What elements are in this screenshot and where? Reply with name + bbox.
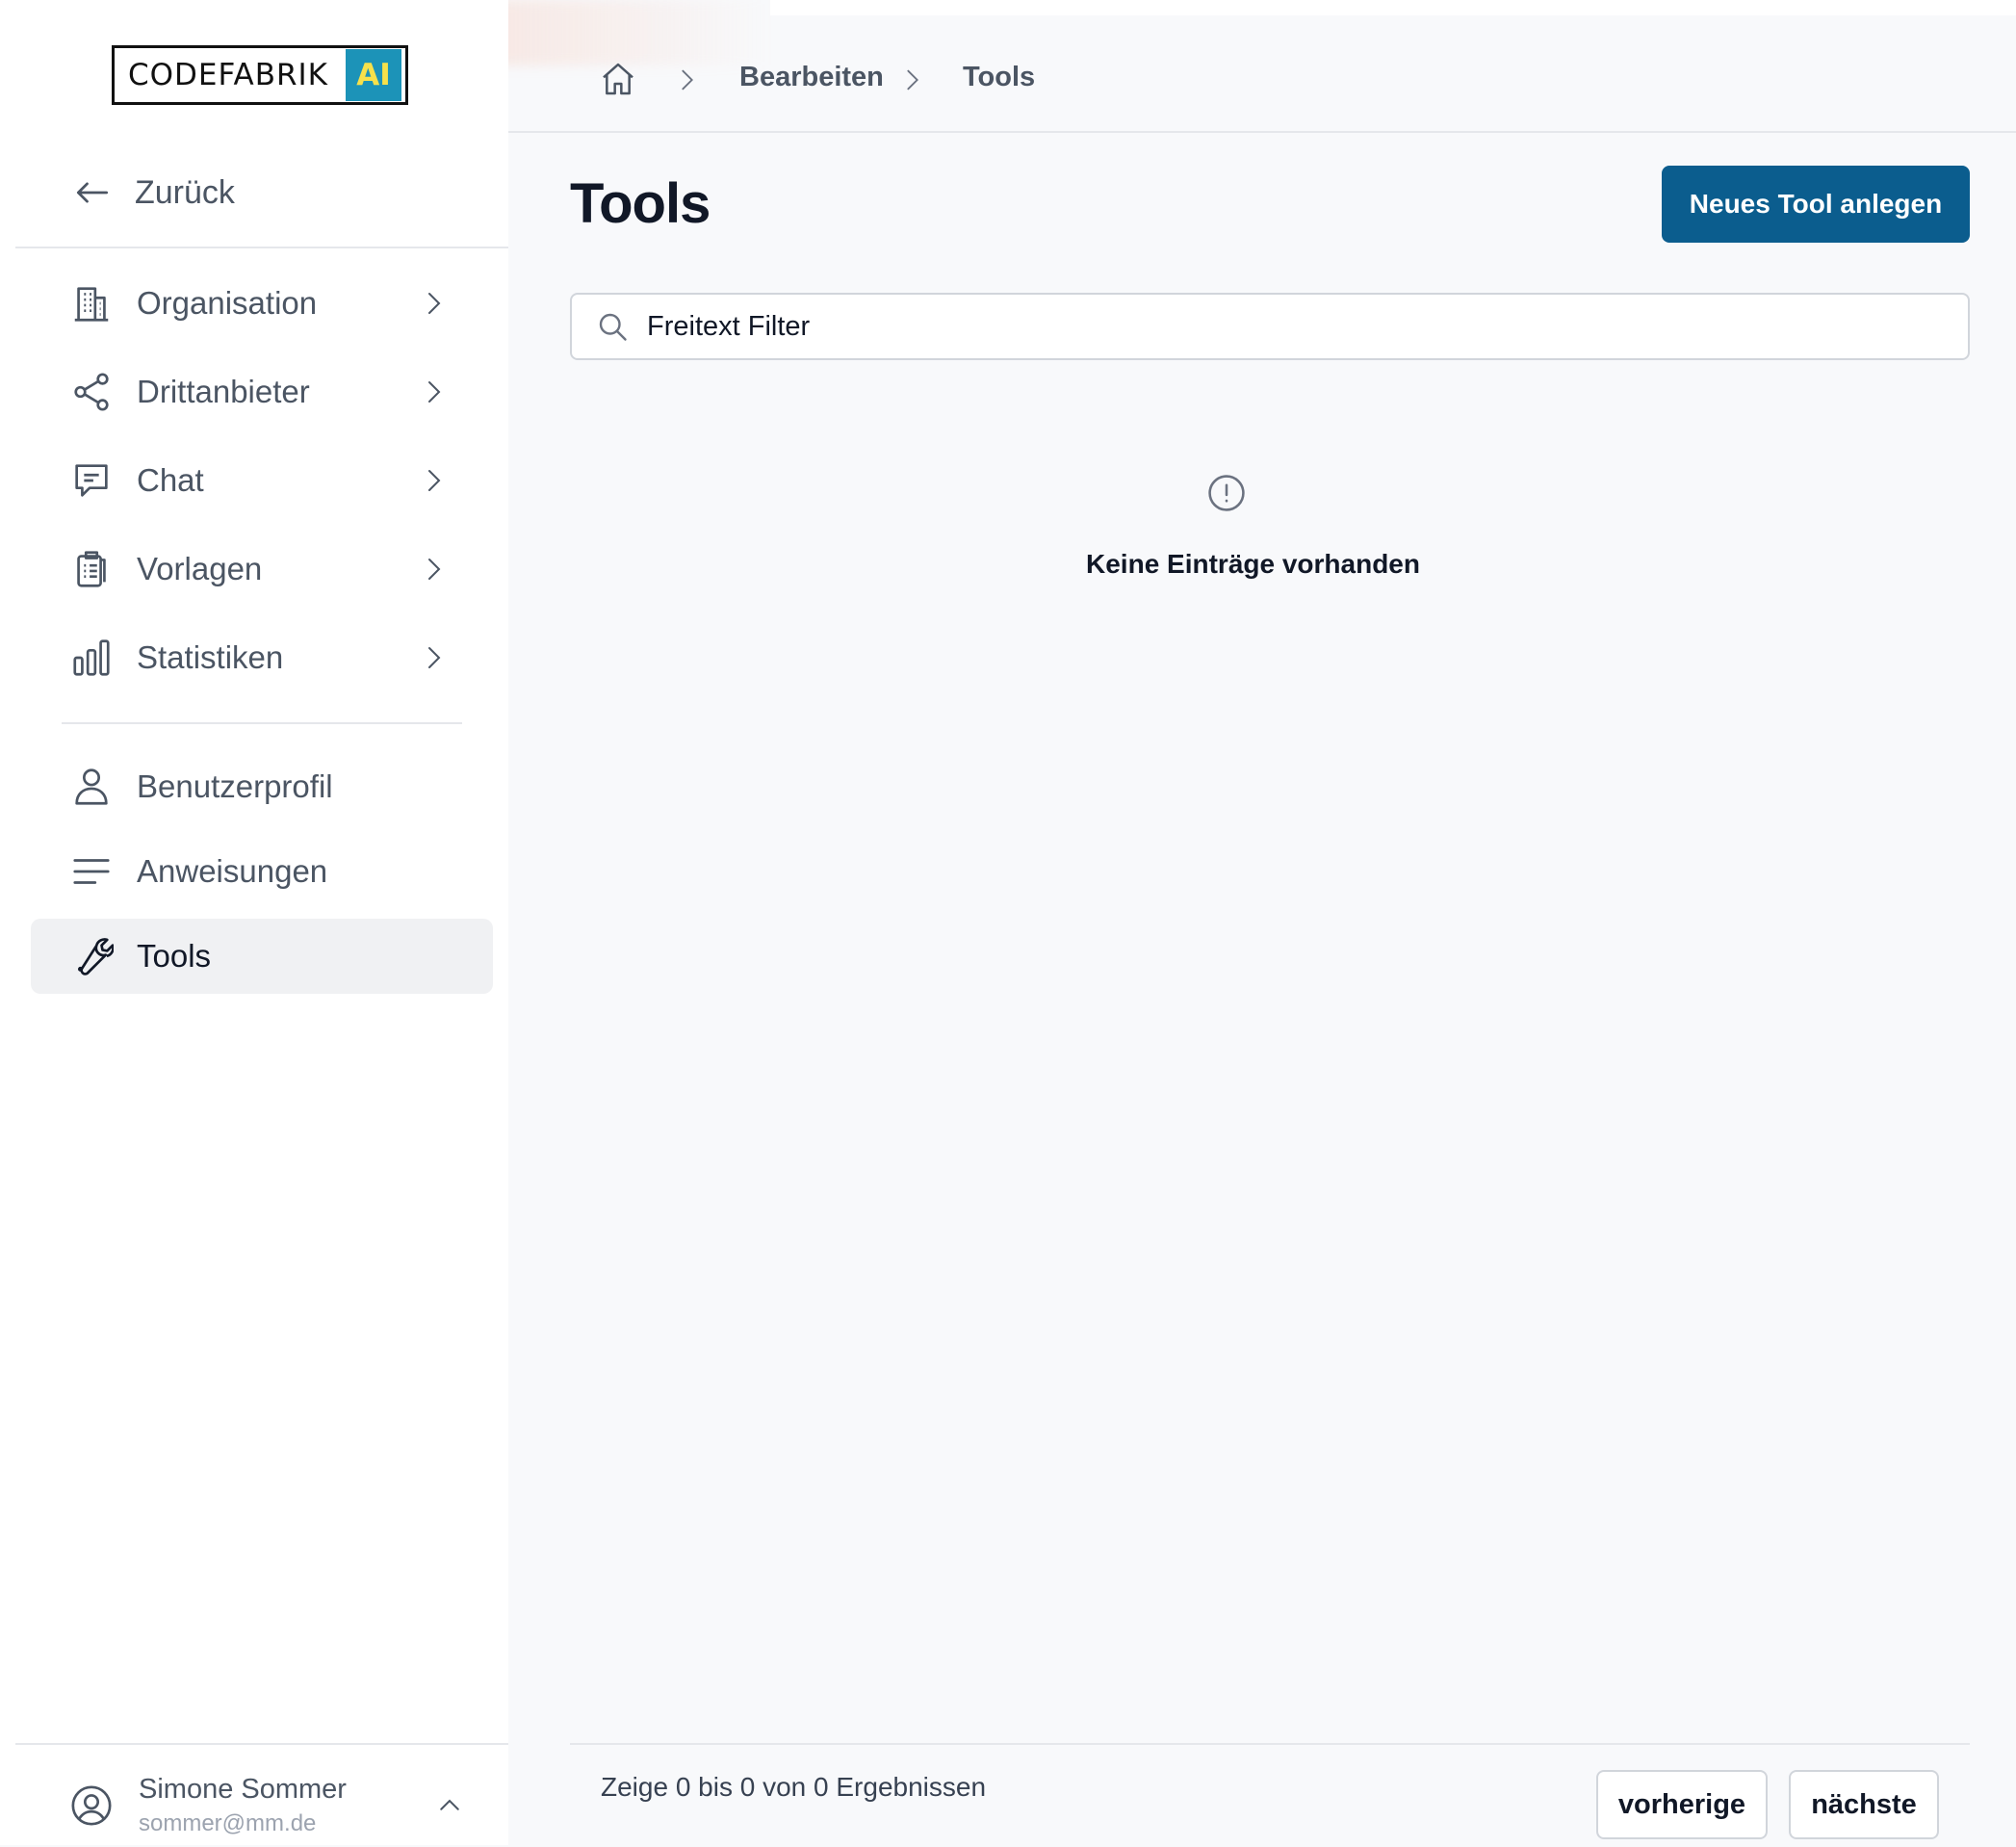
sidebar-item-label: Drittanbieter [137,374,310,409]
sidebar-item-label: Statistiken [137,639,284,675]
share-icon [69,370,114,414]
divider [15,247,508,248]
sidebar-item-drittanbieter[interactable]: Drittanbieter [31,354,493,429]
chevron-right-icon [674,64,701,96]
sidebar-item-label: Vorlagen [137,551,263,586]
arrow-left-icon [71,171,114,214]
sidebar-item-statistiken[interactable]: Statistiken [31,620,493,695]
search-icon [595,309,630,344]
next-page-button[interactable]: nächste [1789,1770,1939,1839]
sidebar-item-anweisungen[interactable]: Anweisungen [31,834,493,909]
sidebar-item-label: Tools [137,938,212,974]
clipboard-icon [69,547,114,591]
sidebar: CODEFABRIK AI Zurück Organisation Dritta… [0,0,508,1845]
breadcrumb: Bearbeiten Tools [508,15,2016,133]
wrench-icon [69,934,114,978]
page-title: Tools [570,172,711,235]
user-email: sommer@mm.de [139,1810,317,1836]
sidebar-item-organisation[interactable]: Organisation [31,266,493,341]
user-menu[interactable]: Simone Sommer sommer@mm.de [15,1743,508,1847]
sidebar-item-benutzerprofil[interactable]: Benutzerprofil [31,749,493,824]
alert-circle-icon [1205,472,1248,514]
logo[interactable]: CODEFABRIK AI [112,45,408,105]
search-field[interactable] [570,293,1970,360]
chevron-right-icon [420,286,449,321]
breadcrumb-item-current[interactable]: Tools [963,62,1035,93]
user-circle-icon [69,1783,114,1828]
building-icon [69,281,114,325]
home-icon[interactable] [599,60,637,98]
search-input[interactable] [645,309,1968,344]
sidebar-item-label: Anweisungen [137,853,328,889]
chat-bubble-icon [69,458,114,503]
back-label: Zurück [135,173,235,211]
lines-icon [69,849,114,894]
chevron-right-icon [420,552,449,586]
sidebar-item-vorlagen[interactable]: Vorlagen [31,532,493,607]
chevron-right-icon [420,375,449,409]
main-content: Bearbeiten Tools Tools Neues Tool anlege… [508,0,2016,1845]
sidebar-item-tools[interactable]: Tools [31,919,493,994]
sidebar-item-label: Chat [137,462,204,498]
divider [570,1743,1970,1745]
user-name: Simone Sommer [139,1774,347,1805]
divider [62,722,462,724]
logo-brand: CODEFABRIK [128,58,328,92]
chevron-up-icon [435,1791,464,1820]
previous-page-button[interactable]: vorherige [1596,1770,1768,1839]
back-link[interactable]: Zurück [31,164,493,221]
sidebar-item-label: Benutzerprofil [137,768,333,804]
chevron-right-icon [420,463,449,498]
chevron-right-icon [899,64,926,96]
results-summary: Zeige 0 bis 0 von 0 Ergebnissen [601,1772,987,1802]
logo-ai-badge: AI [346,49,401,101]
sidebar-item-chat[interactable]: Chat [31,443,493,518]
bar-chart-icon [69,636,114,680]
user-icon [69,765,114,809]
sidebar-item-label: Organisation [137,285,318,321]
chevron-right-icon [420,640,449,675]
empty-state-message: Keine Einträge vorhanden [1086,549,1420,579]
breadcrumb-item[interactable]: Bearbeiten [739,62,884,93]
new-tool-button[interactable]: Neues Tool anlegen [1662,166,1970,243]
